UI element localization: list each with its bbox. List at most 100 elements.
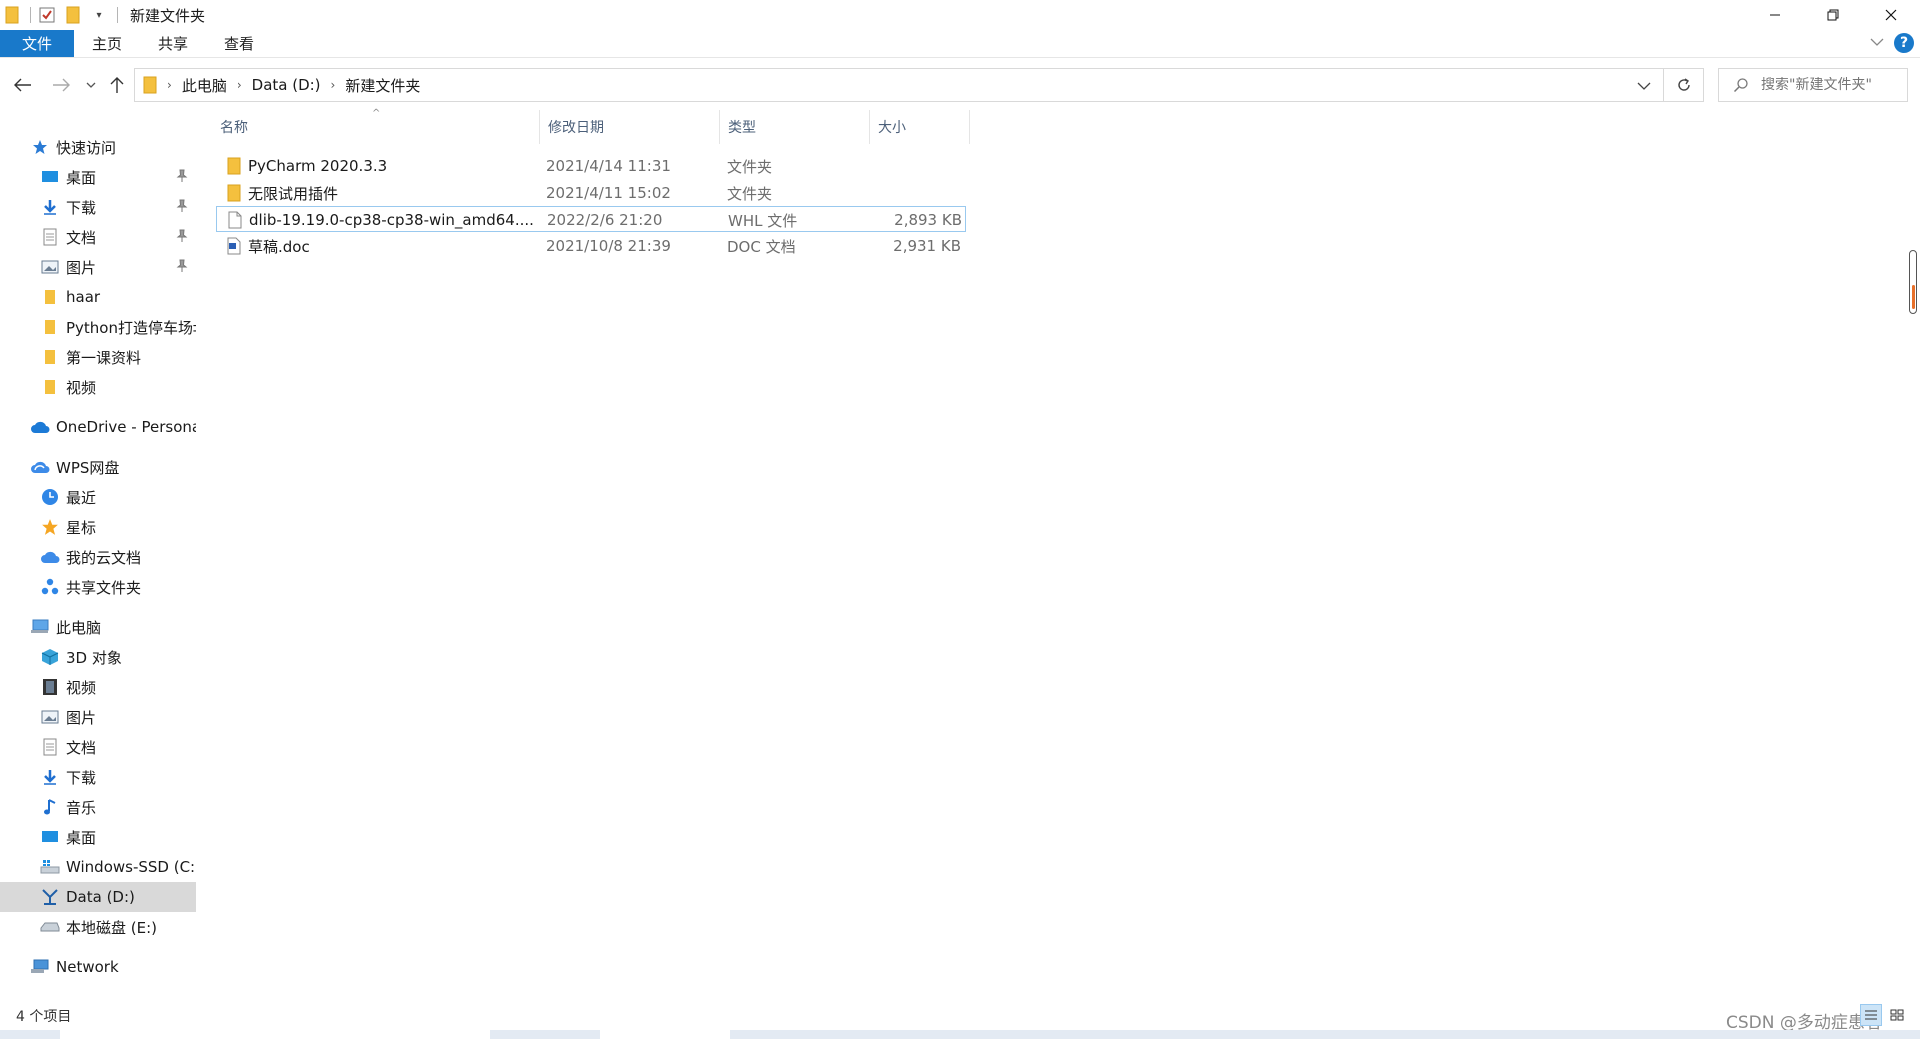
sidebar-item-label: 第一课资料 bbox=[66, 348, 142, 367]
pin-icon[interactable] bbox=[176, 229, 188, 247]
sidebar-item-drive-e[interactable]: 本地磁盘 (E:) bbox=[0, 912, 196, 942]
sidebar-item-my-cloud-docs[interactable]: 我的云文档 bbox=[0, 542, 196, 572]
chevron-down-icon bbox=[86, 82, 96, 88]
pin-icon[interactable] bbox=[176, 259, 188, 277]
sidebar-item-lesson-one[interactable]: 第一课资料 bbox=[0, 342, 196, 372]
sidebar-item-label: 文档 bbox=[66, 228, 97, 247]
network-drive-icon bbox=[40, 887, 60, 907]
properties-icon[interactable] bbox=[37, 5, 57, 25]
sidebar-item-documents-pc[interactable]: 文档 bbox=[0, 732, 196, 762]
customize-toolbar-chevron-icon[interactable]: ▾ bbox=[89, 5, 109, 25]
tab-file[interactable]: 文件 bbox=[0, 30, 75, 57]
sidebar-item-label: 我的云文档 bbox=[66, 548, 142, 567]
sidebar-item-label: 音乐 bbox=[66, 798, 97, 817]
file-date: 2021/4/11 15:02 bbox=[546, 184, 671, 202]
pin-icon[interactable] bbox=[176, 199, 188, 217]
tab-home[interactable]: 主页 bbox=[74, 30, 140, 57]
column-header-date[interactable]: 修改日期 bbox=[540, 110, 720, 144]
minimize-icon bbox=[1770, 14, 1780, 16]
sidebar-item-documents[interactable]: 文档 bbox=[0, 222, 196, 252]
vertical-scrollbar[interactable] bbox=[1909, 250, 1917, 314]
sidebar-item-pictures-pc[interactable]: 图片 bbox=[0, 702, 196, 732]
refresh-button[interactable] bbox=[1664, 68, 1704, 102]
breadcrumb-separator-icon[interactable]: › bbox=[331, 78, 336, 92]
sidebar-item-recent[interactable]: 最近 bbox=[0, 482, 196, 512]
file-row-selected[interactable]: dlib-19.19.0-cp38-cp38-win_amd64.... 202… bbox=[216, 206, 966, 232]
sidebar-item-this-pc[interactable]: 此电脑 bbox=[0, 612, 196, 642]
file-row[interactable]: 无限试用插件 2021/4/11 15:02 文件夹 bbox=[216, 180, 966, 206]
sidebar-item-label: haar bbox=[66, 288, 101, 306]
share-nodes-icon bbox=[40, 577, 60, 597]
sidebar-item-onedrive[interactable]: OneDrive - Persona bbox=[0, 412, 196, 442]
close-button[interactable] bbox=[1862, 0, 1920, 30]
sidebar-item-downloads[interactable]: 下载 bbox=[0, 192, 196, 222]
back-button[interactable] bbox=[12, 74, 34, 96]
close-icon bbox=[1885, 9, 1897, 21]
sidebar-item-pictures[interactable]: 图片 bbox=[0, 252, 196, 282]
sidebar-item-label: WPS网盘 bbox=[56, 458, 120, 477]
sidebar-item-python-parking[interactable]: Python打造停车场‡ bbox=[0, 312, 196, 342]
breadcrumb-this-pc[interactable]: 此电脑 bbox=[182, 75, 227, 96]
file-date: 2022/2/6 21:20 bbox=[547, 211, 663, 229]
toolbar-separator bbox=[117, 7, 118, 23]
pin-icon[interactable] bbox=[176, 169, 188, 187]
desktop-icon bbox=[40, 167, 60, 187]
new-folder-icon[interactable] bbox=[63, 5, 83, 25]
address-bar[interactable]: › 此电脑 › Data (D:) › 新建文件夹 bbox=[134, 68, 1664, 102]
breadcrumb-separator-icon[interactable]: › bbox=[237, 78, 242, 92]
expand-ribbon-chevron-icon[interactable] bbox=[1870, 35, 1884, 51]
column-header-size[interactable]: 大小 bbox=[870, 110, 970, 144]
sidebar-item-label: Network bbox=[56, 958, 119, 976]
sidebar-item-3d-objects[interactable]: 3D 对象 bbox=[0, 642, 196, 672]
sidebar-item-videos[interactable]: 视频 bbox=[0, 672, 196, 702]
sidebar-item-shared-folder[interactable]: 共享文件夹 bbox=[0, 572, 196, 602]
sidebar-item-videos-quick[interactable]: 视频 bbox=[0, 372, 196, 402]
breadcrumb-data-d[interactable]: Data (D:) bbox=[252, 76, 321, 94]
picture-icon bbox=[40, 707, 60, 727]
scrollbar-thumb[interactable] bbox=[1912, 285, 1915, 309]
restore-button[interactable] bbox=[1804, 0, 1862, 30]
folder-icon bbox=[40, 317, 60, 337]
sidebar-item-music[interactable]: 音乐 bbox=[0, 792, 196, 822]
details-view-icon[interactable] bbox=[1860, 1004, 1882, 1026]
sidebar-item-network[interactable]: Network bbox=[0, 952, 196, 982]
minimize-button[interactable] bbox=[1746, 0, 1804, 30]
breadcrumb-separator-icon[interactable]: › bbox=[167, 78, 172, 92]
file-name-cell: 草稿.doc bbox=[224, 233, 542, 259]
sidebar-item-quick-access[interactable]: 快速访问 bbox=[0, 132, 196, 162]
search-box[interactable] bbox=[1718, 68, 1908, 102]
sidebar-item-wps[interactable]: WPS网盘 bbox=[0, 452, 196, 482]
breadcrumb-current-folder[interactable]: 新建文件夹 bbox=[345, 75, 420, 96]
address-history-dropdown[interactable] bbox=[1637, 77, 1651, 95]
download-arrow-icon bbox=[40, 197, 60, 217]
sidebar-item-label: 文档 bbox=[66, 738, 97, 757]
sidebar-item-label: 下载 bbox=[66, 768, 97, 787]
quick-access-toolbar: ▾ bbox=[0, 0, 124, 30]
sidebar-item-label: 视频 bbox=[66, 678, 97, 697]
recent-locations-button[interactable] bbox=[80, 74, 102, 96]
large-icons-view-icon[interactable] bbox=[1886, 1004, 1908, 1026]
sidebar-item-starred[interactable]: 星标 bbox=[0, 512, 196, 542]
column-header-type[interactable]: 类型 bbox=[720, 110, 870, 144]
folder-icon bbox=[2, 5, 22, 25]
file-name: 无限试用插件 bbox=[248, 184, 339, 203]
file-icon bbox=[225, 210, 245, 230]
music-note-icon bbox=[40, 797, 60, 817]
file-type: 文件夹 bbox=[727, 184, 773, 203]
sidebar-item-drive-c[interactable]: Windows-SSD (C:) bbox=[0, 852, 196, 882]
up-arrow-icon bbox=[110, 77, 124, 93]
forward-button[interactable] bbox=[50, 74, 72, 96]
help-icon[interactable]: ? bbox=[1894, 33, 1914, 53]
sidebar-item-downloads-pc[interactable]: 下载 bbox=[0, 762, 196, 792]
sidebar-item-drive-d[interactable]: Data (D:) bbox=[0, 882, 196, 912]
tab-view[interactable]: 查看 bbox=[206, 30, 272, 57]
search-input[interactable] bbox=[1761, 77, 1901, 93]
sidebar-item-desktop-pc[interactable]: 桌面 bbox=[0, 822, 196, 852]
sidebar-item-desktop[interactable]: 桌面 bbox=[0, 162, 196, 192]
tab-share[interactable]: 共享 bbox=[140, 30, 206, 57]
up-button[interactable] bbox=[106, 74, 128, 96]
file-row[interactable]: 草稿.doc 2021/10/8 21:39 DOC 文档 2,931 KB bbox=[216, 233, 966, 259]
sidebar-item-label: 最近 bbox=[66, 488, 97, 507]
file-row[interactable]: PyCharm 2020.3.3 2021/4/14 11:31 文件夹 bbox=[216, 153, 966, 179]
sidebar-item-haar[interactable]: haar bbox=[0, 282, 196, 312]
